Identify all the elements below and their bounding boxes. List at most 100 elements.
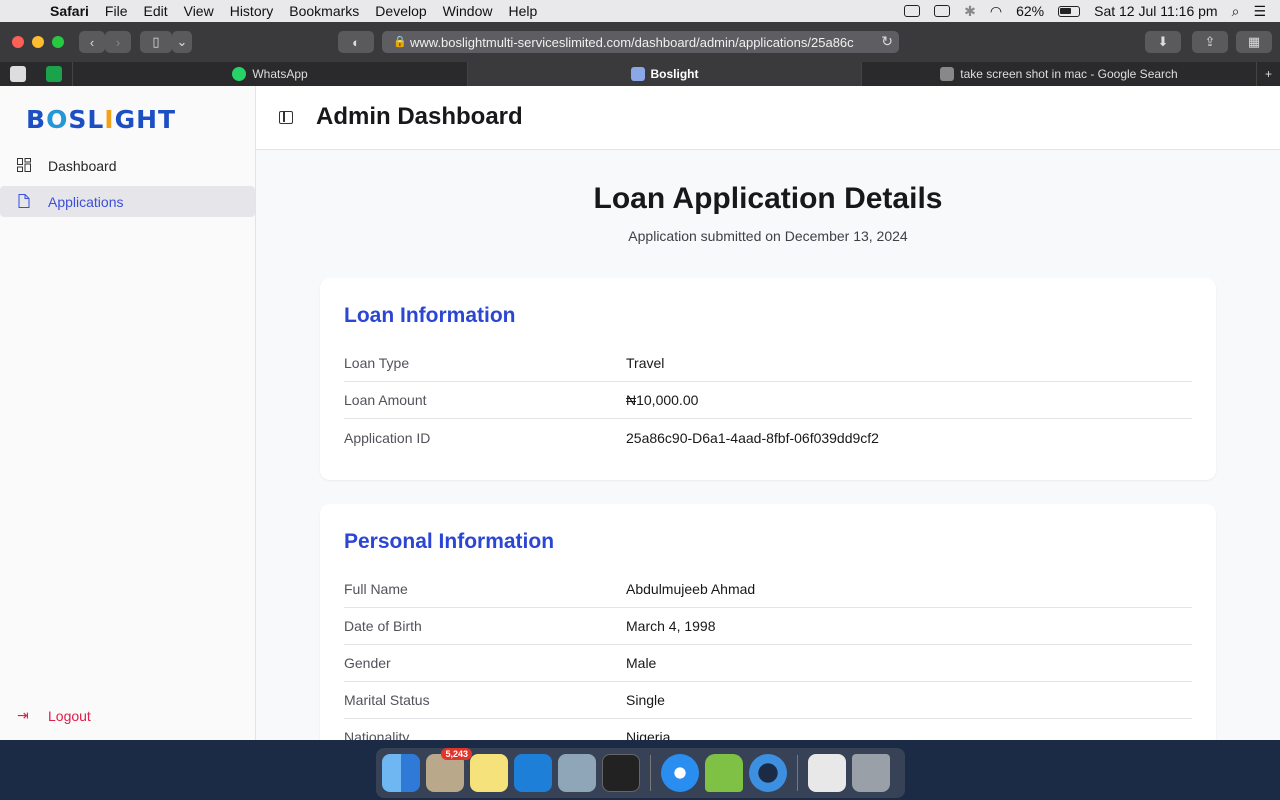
- notes-icon[interactable]: [470, 754, 508, 792]
- detail-value: ₦10,000.00: [626, 392, 699, 408]
- tab-label: WhatsApp: [252, 67, 308, 81]
- tab-google-search[interactable]: take screen shot in mac - Google Search: [861, 62, 1256, 86]
- control-center-icon[interactable]: ☰: [1253, 3, 1266, 20]
- sidebar-item-applications[interactable]: Applications: [0, 186, 255, 217]
- lock-icon: 🔒: [393, 36, 407, 48]
- sidebar-toggle-icon[interactable]: [279, 111, 293, 124]
- logout-icon: ⇥: [17, 707, 29, 723]
- detail-label: Loan Type: [344, 355, 410, 371]
- quicktime-icon[interactable]: [749, 754, 787, 792]
- detail-value: Single: [626, 692, 665, 708]
- finder-icon[interactable]: [382, 754, 420, 792]
- menu-safari[interactable]: Safari: [44, 3, 97, 19]
- dock-divider: [797, 755, 798, 791]
- menu-help[interactable]: Help: [500, 3, 545, 19]
- dock-divider: [650, 755, 651, 791]
- logout-label: Logout: [48, 707, 91, 724]
- pinned-tab-icon: [10, 66, 26, 82]
- new-tab-button[interactable]: +: [1256, 62, 1280, 86]
- pinned-tab-2[interactable]: [36, 62, 72, 86]
- clock[interactable]: Sat 12 Jul 11:16 pm: [1094, 3, 1217, 19]
- detail-value: March 4, 1998: [626, 618, 716, 634]
- documents-stack-icon[interactable]: [808, 754, 846, 792]
- web-page: BOSLIGHT Dashboard Applications ⇥ Logout…: [0, 86, 1280, 740]
- chevron-down-icon[interactable]: ⌄: [172, 31, 192, 53]
- detail-label: Gender: [344, 655, 391, 671]
- share-icon[interactable]: ⇪: [1192, 31, 1228, 53]
- spotlight-search-icon[interactable]: ⌕: [1232, 3, 1240, 20]
- whatsapp-icon: [232, 67, 247, 81]
- close-window-icon[interactable]: [12, 36, 24, 48]
- detail-value: Nigeria: [626, 729, 671, 740]
- card-heading: Personal Information: [344, 530, 555, 553]
- privacy-shield-icon[interactable]: ◐: [338, 31, 374, 53]
- document-icon: [18, 194, 30, 208]
- menu-history[interactable]: History: [222, 3, 282, 19]
- menu-window[interactable]: Window: [435, 3, 501, 19]
- menu-develop[interactable]: Develop: [367, 3, 434, 19]
- loan-information-card: Loan Information Loan Type Travel Loan A…: [320, 278, 1216, 480]
- sidebar-toggle-icon[interactable]: ▯: [140, 31, 172, 53]
- grid-icon: [17, 158, 31, 172]
- page-title: Admin Dashboard: [316, 103, 523, 130]
- address-bar[interactable]: 🔒 www.boslightmulti-serviceslimited.com/…: [382, 31, 899, 53]
- android-studio-icon[interactable]: [705, 754, 743, 792]
- detail-row: Loan Type Travel: [344, 345, 1192, 382]
- detail-label: Marital Status: [344, 692, 430, 708]
- submission-date: Application submitted on December 13, 20…: [628, 228, 908, 244]
- mail-badge: 5,243: [441, 748, 472, 760]
- detail-value: Male: [626, 655, 657, 671]
- terminal-icon[interactable]: [602, 754, 640, 792]
- browser-toolbar: ‹ › ▯ ⌄ ◐ 🔒 www.boslightmulti-servicesli…: [0, 22, 1280, 62]
- reload-icon[interactable]: ↻: [881, 33, 893, 50]
- boslight-favicon-icon: [630, 67, 645, 81]
- details-title: Loan Application Details: [593, 182, 943, 215]
- mail-icon[interactable]: 5,243: [426, 748, 472, 792]
- card-heading: Loan Information: [344, 304, 516, 327]
- detail-value: Travel: [626, 355, 665, 371]
- downloads-icon[interactable]: ⬇: [1145, 31, 1181, 53]
- google-favicon-icon: [940, 67, 955, 81]
- menu-view[interactable]: View: [176, 3, 222, 19]
- trash-icon[interactable]: [852, 754, 890, 792]
- tab-whatsapp[interactable]: WhatsApp: [72, 62, 467, 86]
- battery-icon[interactable]: [1058, 5, 1081, 17]
- detail-row: Loan Amount ₦10,000.00: [344, 382, 1192, 419]
- detail-label: Application ID: [344, 429, 431, 446]
- sidebar-item-dashboard[interactable]: Dashboard: [0, 150, 255, 181]
- keyboard-icon[interactable]: [904, 5, 921, 17]
- display-icon[interactable]: [934, 5, 951, 17]
- menu-edit[interactable]: Edit: [135, 3, 175, 19]
- zoom-window-icon[interactable]: [52, 36, 64, 48]
- minimize-window-icon[interactable]: [32, 36, 44, 48]
- back-button[interactable]: ‹: [79, 31, 105, 53]
- tab-bar: WhatsApp Boslight take screen shot in ma…: [0, 62, 1280, 86]
- boslight-logo[interactable]: BOSLIGHT: [26, 105, 176, 134]
- detail-value: Abdulmujeeb Ahmad: [626, 581, 756, 597]
- sidebar: BOSLIGHT Dashboard Applications ⇥ Logout: [0, 86, 256, 740]
- menu-file[interactable]: File: [97, 3, 136, 19]
- menu-bar: Safari File Edit View History Bookmarks …: [0, 0, 1280, 22]
- url-text: www.boslightmulti-serviceslimited.com/da…: [410, 34, 854, 50]
- tab-overview-icon[interactable]: ▦: [1236, 31, 1272, 53]
- bluetooth-icon[interactable]: ✱: [964, 3, 976, 20]
- menu-bookmarks[interactable]: Bookmarks: [281, 3, 367, 19]
- tab-boslight[interactable]: Boslight: [467, 62, 861, 86]
- detail-label: Date of Birth: [344, 618, 422, 634]
- safari-icon[interactable]: [661, 754, 699, 792]
- pinned-tab-1[interactable]: [0, 62, 36, 86]
- personal-information-card: Personal Information Full Name Abdulmuje…: [320, 504, 1216, 740]
- detail-label: Loan Amount: [344, 392, 427, 408]
- sidebar-item-label: Dashboard: [48, 157, 117, 174]
- detail-label: Full Name: [344, 581, 408, 597]
- vscode-icon[interactable]: [514, 754, 552, 792]
- logout-button[interactable]: ⇥ Logout: [0, 700, 255, 731]
- tab-label: Boslight: [650, 67, 699, 81]
- preview-icon[interactable]: [558, 754, 596, 792]
- page-header: Admin Dashboard: [256, 86, 1280, 150]
- wifi-icon[interactable]: ◠: [990, 3, 1002, 20]
- detail-row: Application ID 25a86c90-D6a1-4aad-8fbf-0…: [344, 419, 1192, 456]
- forward-button[interactable]: ›: [105, 31, 131, 53]
- detail-label: Nationality: [344, 729, 410, 740]
- battery-percent[interactable]: 62%: [1016, 3, 1044, 19]
